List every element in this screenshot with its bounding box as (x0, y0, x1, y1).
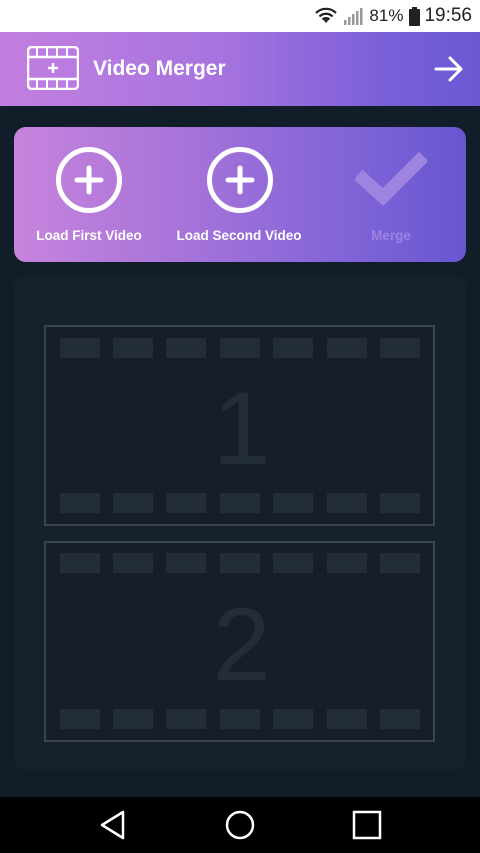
video-slots-panel: 1 2 (14, 277, 466, 770)
signal-icon (343, 7, 363, 25)
film-perforation (60, 553, 100, 573)
wifi-icon (315, 7, 338, 25)
load-first-video-button[interactable]: Load First Video (14, 127, 164, 262)
film-perforation (380, 553, 420, 573)
film-perforation (220, 553, 260, 573)
film-perforation (327, 493, 367, 513)
plus-circle-icon (55, 146, 123, 214)
film-perforation (113, 553, 153, 573)
film-perforation (273, 553, 313, 573)
film-perforation (380, 709, 420, 729)
navigation-bar (0, 797, 480, 853)
film-perforation (273, 338, 313, 358)
film-perforation (327, 553, 367, 573)
app-header: Video Merger (0, 32, 480, 106)
merge-label: Merge (371, 228, 411, 243)
load-first-video-label: Load First Video (36, 228, 142, 243)
video-slot-2[interactable]: 2 (44, 541, 435, 742)
slot-number: 1 (212, 371, 271, 487)
film-perforation (166, 338, 206, 358)
film-perforation (60, 493, 100, 513)
film-perforation (220, 493, 260, 513)
film-add-icon (26, 45, 80, 91)
film-perforation (220, 709, 260, 729)
film-perforation (113, 493, 153, 513)
battery-percent: 81% (369, 6, 404, 25)
film-perforation (273, 709, 313, 729)
film-perforation (166, 553, 206, 573)
action-card: Load First Video Load Second Video Merge (14, 127, 466, 262)
film-perforation (220, 338, 260, 358)
video-slot-1[interactable]: 1 (44, 325, 435, 526)
home-circle-icon[interactable] (224, 809, 256, 841)
film-perforation (327, 338, 367, 358)
arrow-right-icon[interactable] (434, 56, 464, 82)
clock: 19:56 (424, 5, 472, 26)
film-perforation (113, 338, 153, 358)
plus-circle-icon (206, 146, 274, 214)
back-triangle-icon[interactable] (98, 809, 130, 841)
recent-square-icon[interactable] (351, 809, 383, 841)
checkmark-icon (353, 151, 429, 219)
load-second-video-button[interactable]: Load Second Video (164, 127, 314, 262)
load-second-video-label: Load Second Video (176, 228, 302, 243)
film-perforation (380, 338, 420, 358)
app-title: Video Merger (93, 57, 226, 80)
status-bar: 81% 19:56 (0, 0, 480, 32)
slot-number: 2 (212, 587, 271, 703)
film-perforation (166, 493, 206, 513)
film-perforation (60, 709, 100, 729)
battery-icon (409, 6, 421, 26)
film-perforation (273, 493, 313, 513)
film-perforation (60, 338, 100, 358)
film-perforation (327, 709, 367, 729)
film-perforation (166, 709, 206, 729)
merge-button[interactable]: Merge (316, 127, 466, 262)
film-perforation (113, 709, 153, 729)
film-perforation (380, 493, 420, 513)
